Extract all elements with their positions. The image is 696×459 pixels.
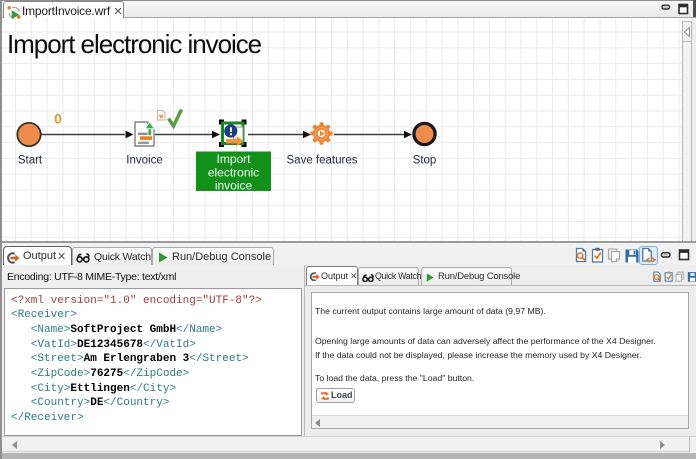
svg-text:Stop: Stop: [413, 155, 437, 167]
svg-text:Invoice: Invoice: [126, 155, 162, 167]
svg-text:invoice: invoice: [215, 179, 253, 193]
svg-text:Save features: Save features: [287, 155, 358, 167]
svg-text:Start: Start: [18, 155, 43, 167]
svg-text:Import: Import: [216, 152, 251, 166]
svg-text:electronic: electronic: [208, 166, 259, 180]
svg-text:0: 0: [54, 111, 62, 127]
